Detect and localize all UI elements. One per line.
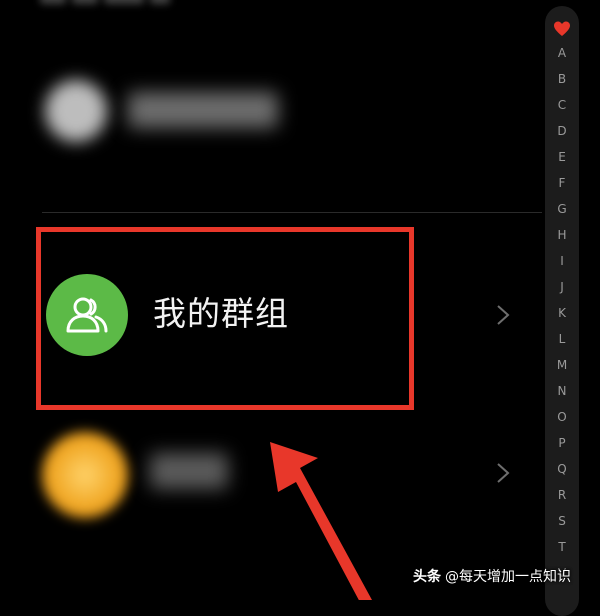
- index-letter[interactable]: N: [545, 384, 579, 398]
- index-letter[interactable]: C: [545, 98, 579, 112]
- index-letter[interactable]: S: [545, 514, 579, 528]
- index-letter[interactable]: G: [545, 202, 579, 216]
- index-letter[interactable]: H: [545, 228, 579, 242]
- watermark: 头条 @每天增加一点知识: [413, 566, 571, 586]
- heart-icon[interactable]: [553, 20, 571, 38]
- index-letter[interactable]: M: [545, 358, 579, 372]
- divider: [42, 212, 542, 213]
- chevron-right-icon: [497, 305, 510, 325]
- index-letter[interactable]: J: [545, 280, 579, 294]
- index-letter[interactable]: B: [545, 72, 579, 86]
- index-letter[interactable]: I: [545, 254, 579, 268]
- index-letter[interactable]: D: [545, 124, 579, 138]
- avatar: [42, 432, 128, 518]
- contact-row-blurred[interactable]: [0, 420, 545, 530]
- index-letter[interactable]: F: [545, 176, 579, 190]
- avatar: [45, 80, 107, 142]
- index-letter[interactable]: Q: [545, 462, 579, 476]
- contact-name-blurred: [150, 453, 228, 489]
- highlight-box: [36, 227, 414, 410]
- index-letter[interactable]: K: [545, 306, 579, 320]
- watermark-handle: @每天增加一点知识: [445, 569, 571, 585]
- chevron-right-icon: [497, 463, 510, 483]
- index-letter[interactable]: T: [545, 540, 579, 554]
- contact-row-blurred[interactable]: [0, 62, 545, 162]
- index-letter[interactable]: E: [545, 150, 579, 164]
- index-letter[interactable]: L: [545, 332, 579, 346]
- watermark-brand: 头条: [413, 569, 441, 585]
- index-letter[interactable]: R: [545, 488, 579, 502]
- section-header-blurred: [40, 0, 220, 10]
- index-letter[interactable]: P: [545, 436, 579, 450]
- index-letter[interactable]: A: [545, 46, 579, 60]
- index-letter[interactable]: O: [545, 410, 579, 424]
- contact-name-blurred: [128, 92, 278, 128]
- alphabet-index-bar[interactable]: ABCDEFGHIJKLMNOPQRSTV: [545, 6, 579, 616]
